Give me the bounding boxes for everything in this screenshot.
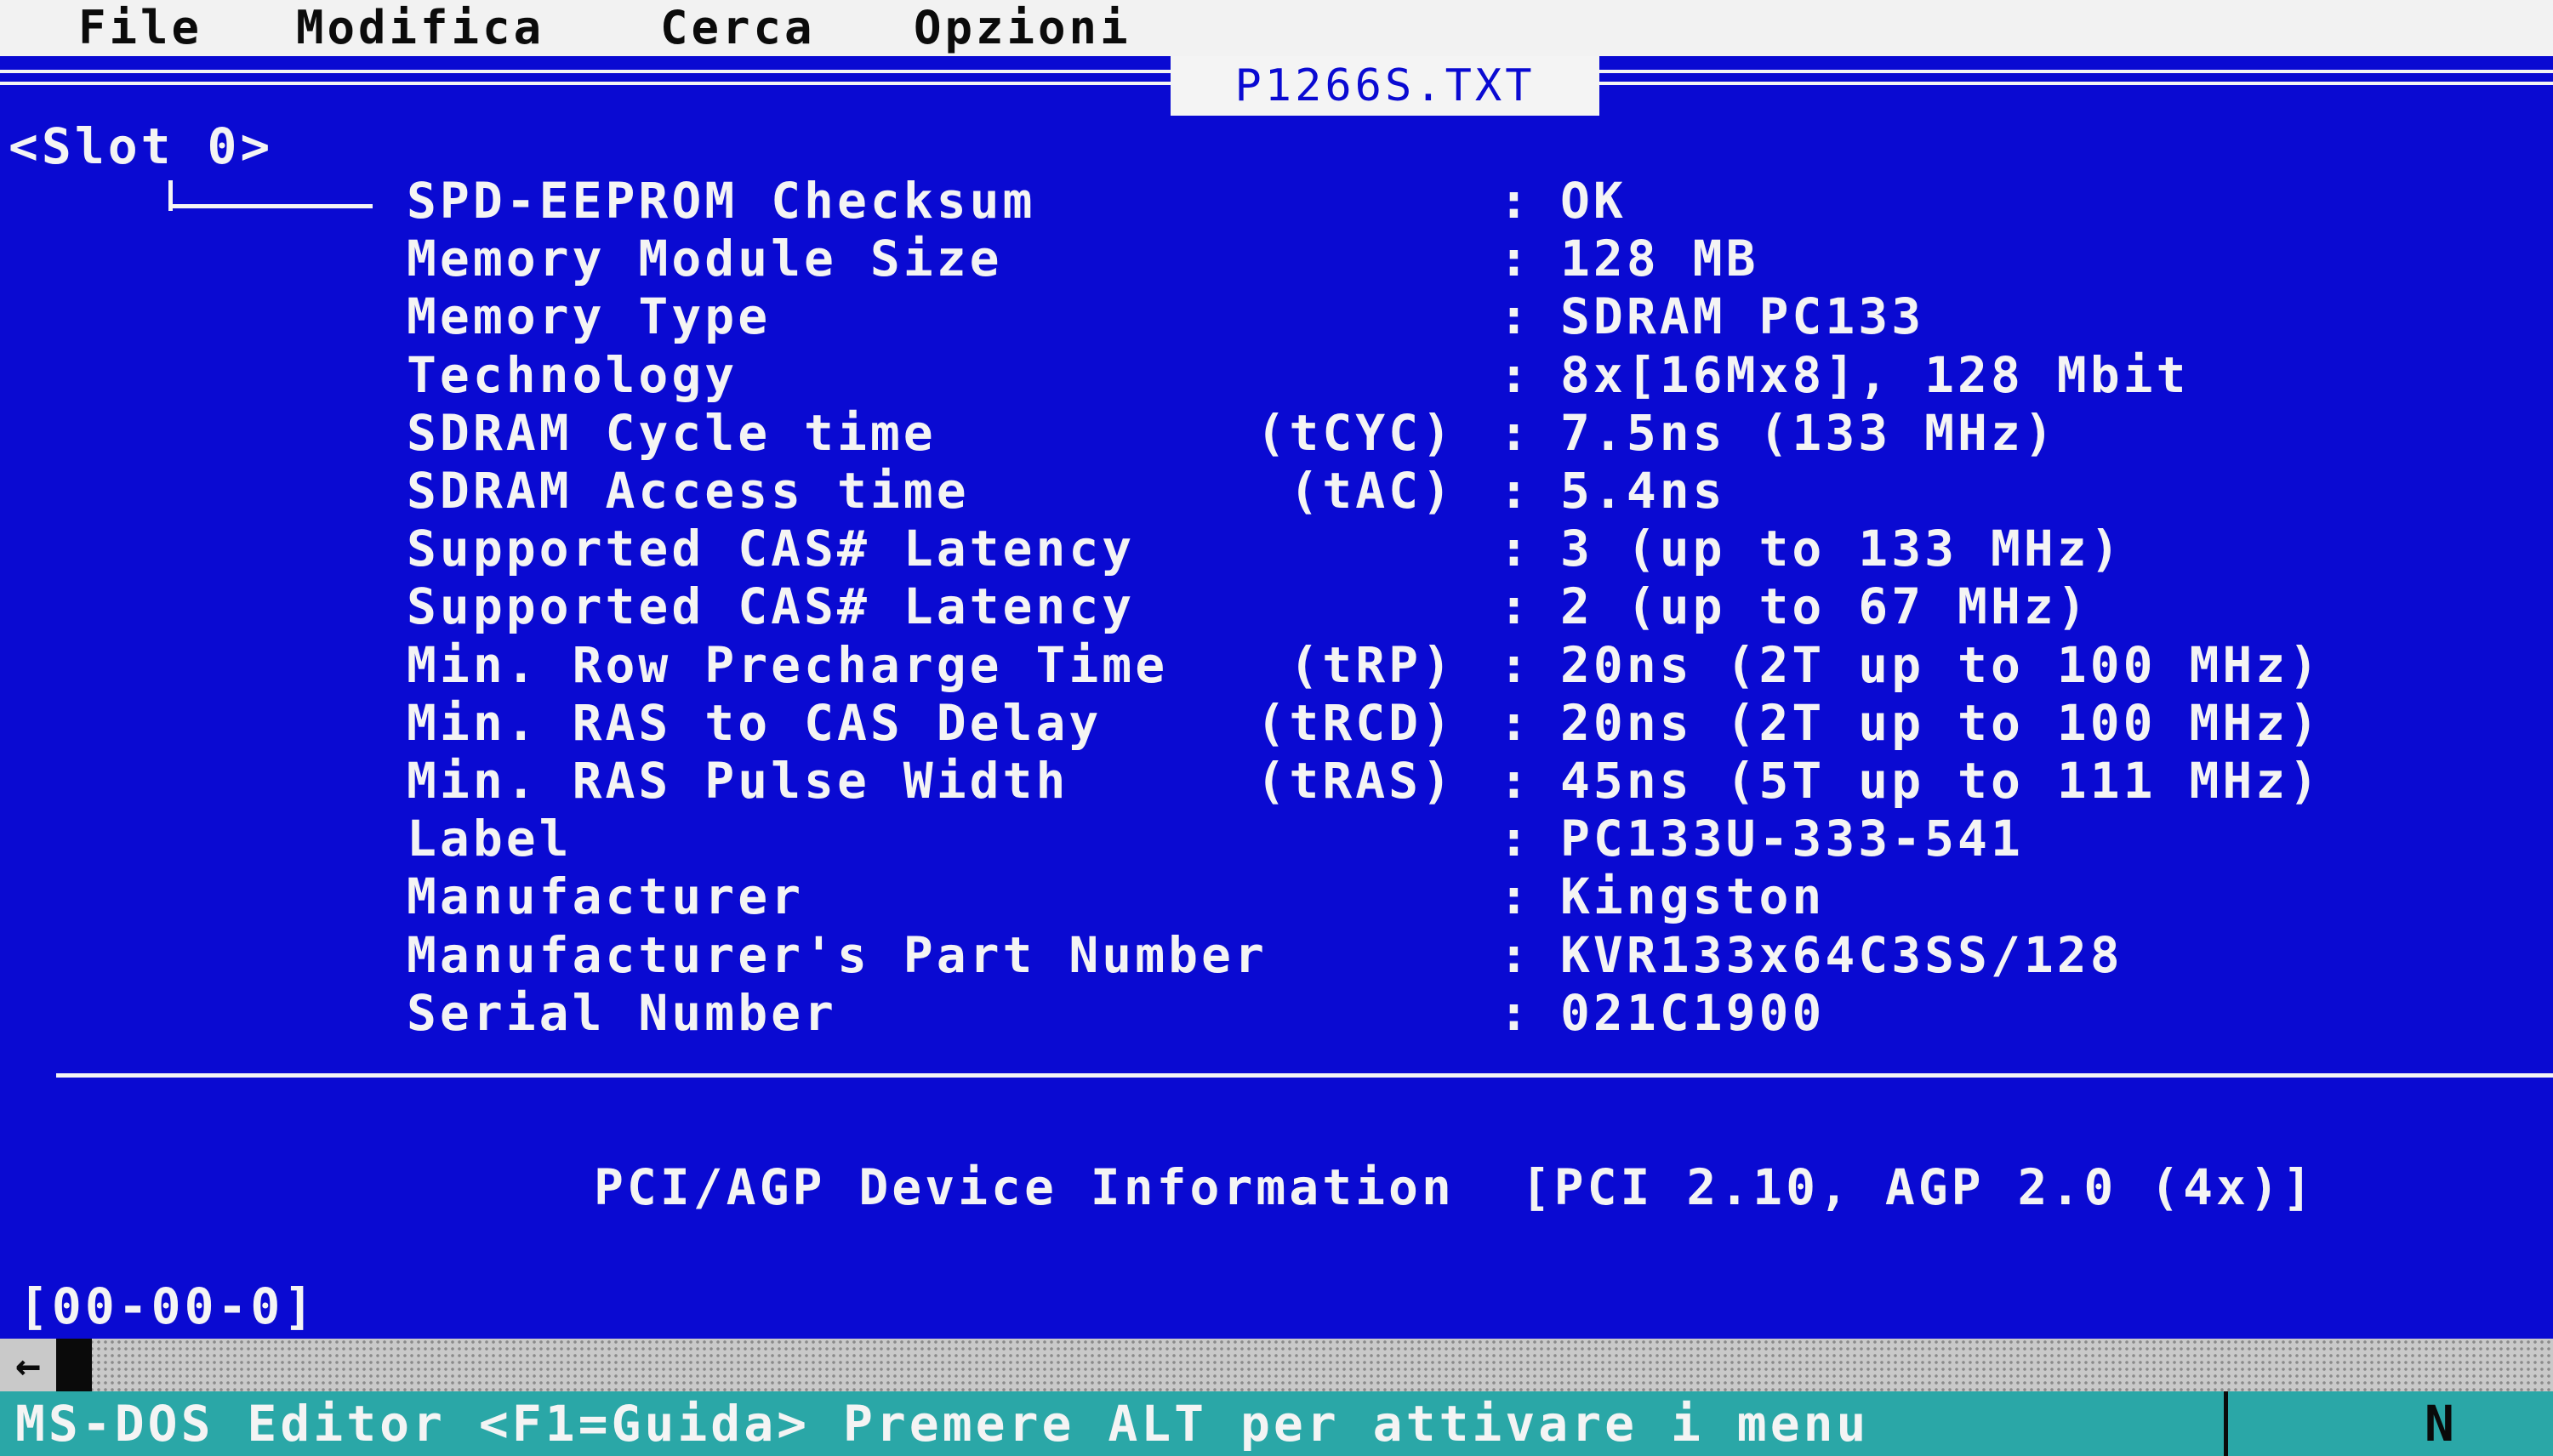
row-colon: : [1499,752,1532,810]
row-value: 128 MB [1560,230,1759,288]
row-label: Manufacturer's Part Number [407,925,1268,984]
row-colon: : [1499,403,1532,462]
scrollbar-thumb[interactable] [56,1339,92,1391]
row-colon: : [1499,287,1532,346]
row-label: SDRAM Access time [407,462,970,520]
row-value: SDRAM PC133 [1560,287,1925,346]
row-label: SDRAM Cycle time [407,403,937,462]
menu-opzioni[interactable]: Opzioni [914,0,1131,56]
row-param: (tCYC) [1256,403,1455,462]
row-colon: : [1499,520,1532,578]
pci-agp-heading: PCI/AGP Device Information [PCI 2.10, AG… [594,1158,2316,1216]
section-separator [56,1073,2553,1078]
row-label: Manufacturer [407,867,805,926]
row-value: 20ns (2T up to 100 MHz) [1560,693,2322,752]
row-label: Memory Type [407,287,772,346]
row-value: Kingston [1560,867,1826,926]
window-border-top [1599,82,2553,85]
row-colon: : [1499,345,1532,404]
status-divider [2224,1391,2228,1456]
row-value: KVR133x64C3SS/128 [1560,925,2123,984]
row-colon: : [1499,462,1532,520]
row-value: PC133U-333-541 [1560,810,2024,868]
row-colon: : [1499,172,1532,230]
row-value: 20ns (2T up to 100 MHz) [1560,635,2322,694]
row-colon: : [1499,635,1532,694]
row-value: 021C1900 [1560,983,1826,1042]
tree-connector [168,204,373,208]
row-value: 45ns (5T up to 111 MHz) [1560,752,2322,810]
row-label: Min. RAS Pulse Width [407,752,1069,810]
row-label: Supported CAS# Latency [407,520,1136,578]
row-label: SPD-EEPROM Checksum [407,172,1036,230]
row-value: 2 (up to 67 MHz) [1560,577,2090,636]
menu-cerca[interactable]: Cerca [660,0,816,56]
status-text: MS-DOS Editor <F1=Guida> Premere ALT per… [15,1395,1870,1453]
row-colon: : [1499,693,1532,752]
row-label: Min. RAS to CAS Delay [407,693,1103,752]
window-border-top [0,70,1171,73]
row-value: 3 (up to 133 MHz) [1560,520,2123,578]
row-value: 8x[16Mx8], 128 Mbit [1560,345,2190,404]
device-id: [00-00-0] [19,1277,317,1335]
row-colon: : [1499,983,1532,1042]
row-label: Memory Module Size [407,230,1003,288]
menu-modifica[interactable]: Modifica [296,0,544,56]
row-label: Technology [407,345,738,404]
window-border-top [1599,70,2553,73]
row-value: 5.4ns [1560,462,1726,520]
row-label: Min. Row Precharge Time [407,635,1169,694]
window-title: P1266S.TXT [1171,56,1599,116]
slot-header: <Slot 0> [9,117,274,175]
row-label: Supported CAS# Latency [407,577,1136,636]
horizontal-scrollbar[interactable] [0,1339,2553,1391]
row-label: Label [407,810,573,868]
row-value: 7.5ns (133 MHz) [1560,403,2057,462]
menu-file[interactable]: File [78,0,202,56]
window-border-top [0,82,1171,85]
status-bar: MS-DOS Editor <F1=Guida> Premere ALT per… [0,1391,2553,1456]
row-label: Serial Number [407,983,837,1042]
row-colon: : [1499,867,1532,926]
row-colon: : [1499,925,1532,984]
row-param: (tRAS) [1256,752,1455,810]
row-value: OK [1560,172,1627,230]
scroll-left-arrow-icon[interactable]: ← [0,1339,56,1391]
row-colon: : [1499,810,1532,868]
row-param: (tRCD) [1256,693,1455,752]
cursor-position: N 00 [2425,1395,2458,1453]
row-param: (tRP) [1289,635,1455,694]
menu-bar: File Modifica Cerca Opzioni [0,0,2553,56]
row-colon: : [1499,230,1532,288]
row-param: (tAC) [1289,462,1455,520]
row-colon: : [1499,577,1532,636]
